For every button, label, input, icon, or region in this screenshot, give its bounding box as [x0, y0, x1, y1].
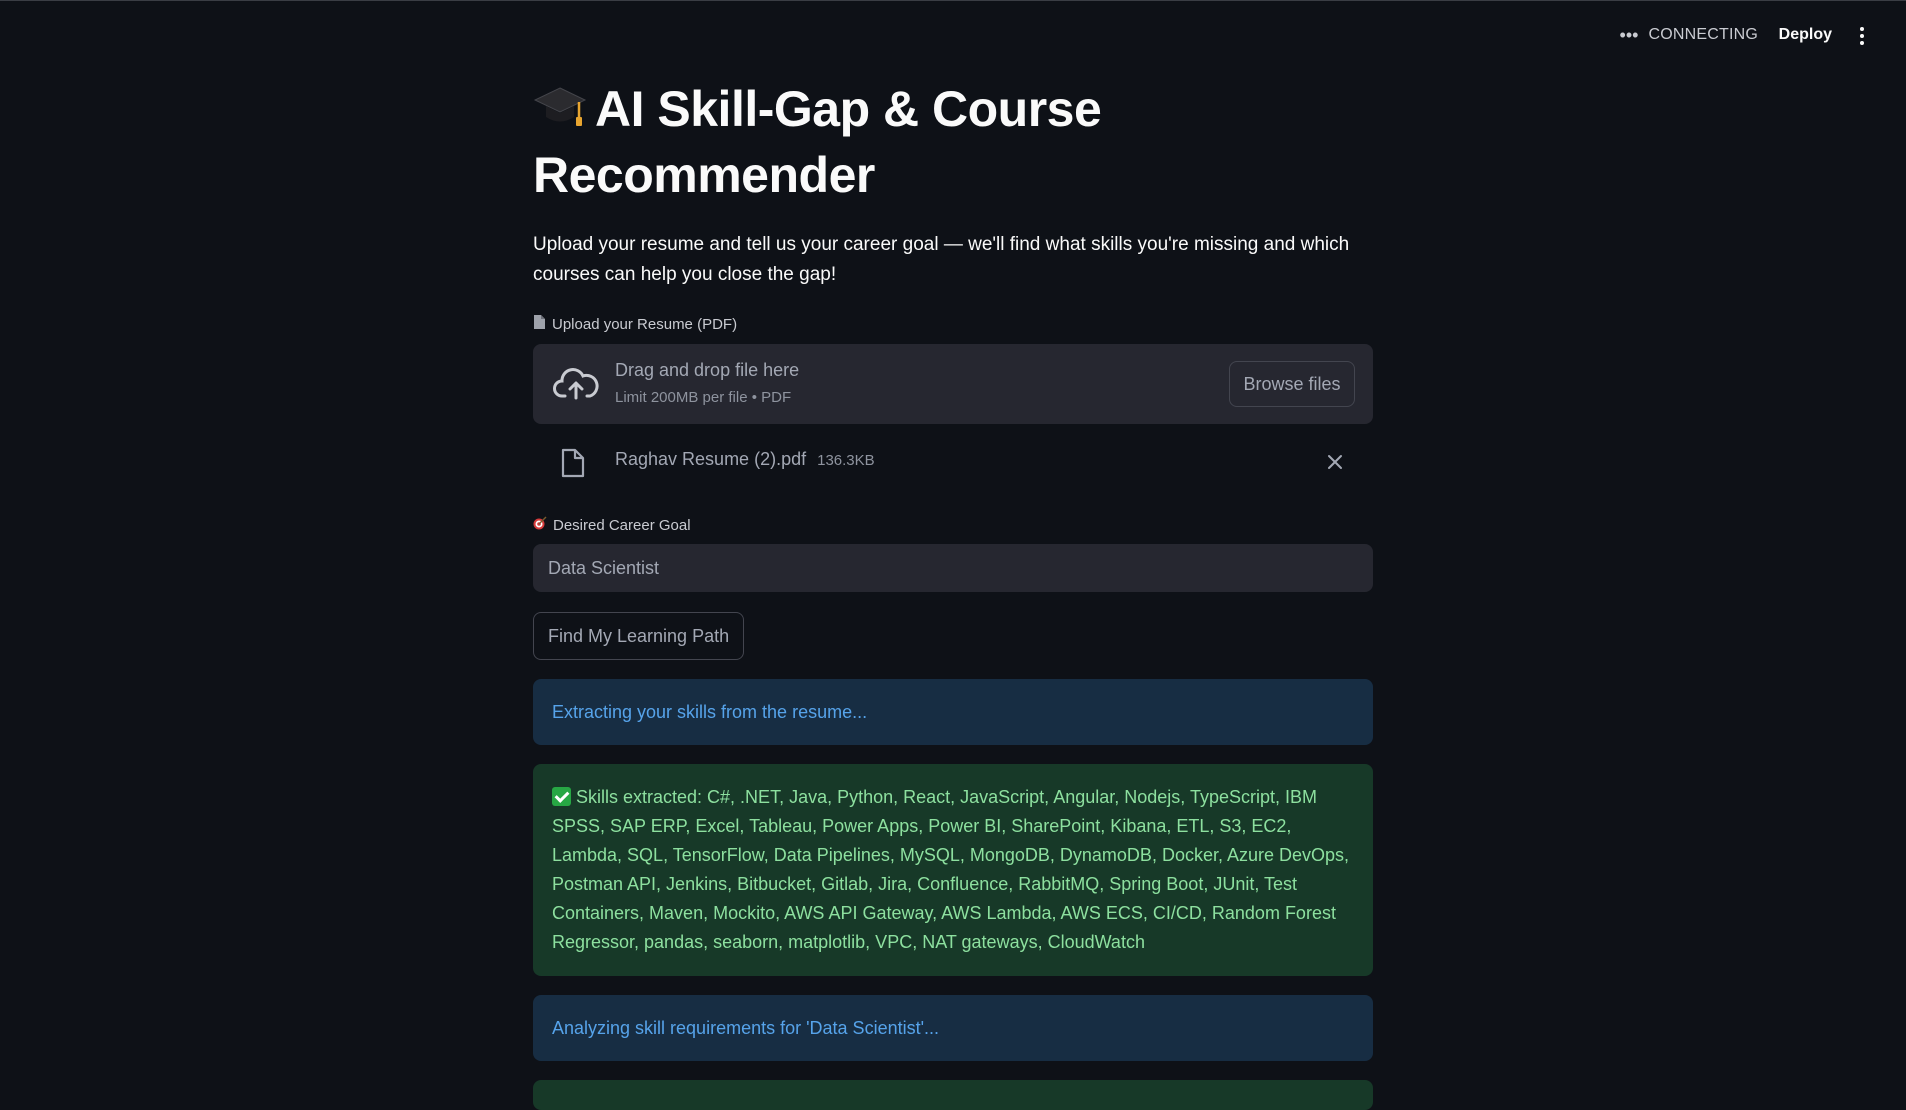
- upload-label-text: Upload your Resume (PDF): [552, 315, 738, 333]
- skills-success-alert: Skills extracted: C#, .NET, Java, Python…: [533, 764, 1373, 976]
- uploaded-file: Raghav Resume (2).pdf 136.3KB: [533, 424, 1373, 502]
- page-description: Upload your resume and tell us your care…: [533, 234, 1350, 285]
- app-header: ••• CONNECTING Deploy: [0, 0, 1906, 72]
- main-menu-icon[interactable]: [1852, 22, 1872, 50]
- deploy-button[interactable]: Deploy: [1773, 22, 1838, 48]
- dropzone-instructions: Drag and drop file here: [615, 360, 800, 380]
- extracting-info-alert: Extracting your skills from the resume..…: [533, 679, 1373, 745]
- analyzing-info-text: Analyzing skill requirements for 'Data S…: [552, 1017, 940, 1038]
- page-title: AI Skill-Gap & Course Recommender: [533, 78, 1373, 206]
- main-content: AI Skill-Gap & Course Recommender Upload…: [533, 78, 1373, 1110]
- file-dropzone[interactable]: Drag and drop file here Limit 200MB per …: [533, 344, 1373, 424]
- analyzing-info-alert: Analyzing skill requirements for 'Data S…: [533, 995, 1373, 1061]
- career-goal-input[interactable]: [533, 544, 1373, 592]
- file-icon: [561, 448, 585, 483]
- skills-extracted-text: Skills extracted: C#, .NET, Java, Python…: [552, 787, 1350, 952]
- file-size: 136.3KB: [817, 452, 875, 469]
- find-learning-path-button[interactable]: Find My Learning Path: [533, 612, 745, 660]
- career-goal-label: Desired Career Goal: [533, 516, 1373, 534]
- next-result-alert: [533, 1080, 1373, 1110]
- check-mark-icon: [552, 787, 571, 806]
- connection-status: ••• CONNECTING: [1620, 26, 1758, 44]
- cloud-upload-icon: [553, 366, 599, 407]
- upload-label: Upload your Resume (PDF): [533, 314, 1373, 334]
- page-icon: [533, 314, 546, 334]
- direct-hit-icon: [533, 516, 547, 534]
- ellipsis-icon: •••: [1619, 25, 1639, 45]
- status-text: CONNECTING: [1648, 26, 1758, 43]
- dropzone-limit: Limit 200MB per file • PDF: [615, 389, 792, 406]
- remove-file-icon[interactable]: [1323, 450, 1347, 474]
- file-name: Raghav Resume (2).pdf: [615, 449, 807, 469]
- career-goal-label-text: Desired Career Goal: [553, 516, 691, 534]
- browse-files-button[interactable]: Browse files: [1229, 361, 1355, 407]
- extracting-info-text: Extracting your skills from the resume..…: [552, 701, 868, 722]
- graduation-cap-icon: [533, 82, 587, 144]
- title-text: AI Skill-Gap & Course Recommender: [533, 81, 1102, 203]
